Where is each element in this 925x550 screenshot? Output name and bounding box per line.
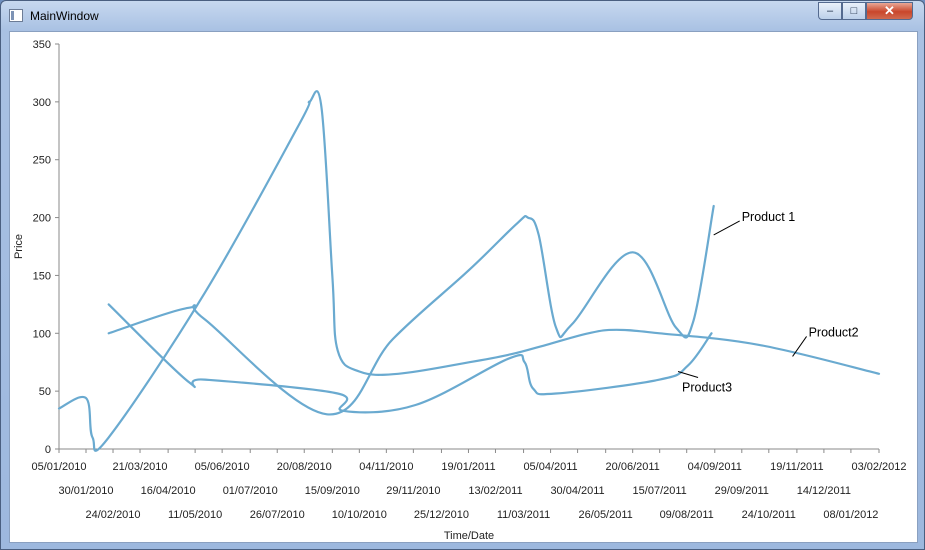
y-tick-label: 300 bbox=[33, 97, 51, 109]
x-tick-label: 21/03/2010 bbox=[112, 461, 167, 473]
window-icon[interactable] bbox=[9, 9, 23, 22]
x-tick-label: 20/06/2011 bbox=[606, 461, 660, 473]
x-tick-label: 05/01/2010 bbox=[31, 461, 86, 473]
x-tick-label: 03/02/2012 bbox=[851, 461, 906, 473]
close-icon: ✕ bbox=[884, 3, 895, 18]
x-tick-label: 29/11/2010 bbox=[386, 485, 440, 497]
x-tick-label: 10/10/2010 bbox=[332, 509, 387, 521]
x-tick-label: 29/09/2011 bbox=[715, 485, 769, 497]
x-tick-label: 01/07/2010 bbox=[223, 485, 278, 497]
x-tick-label: 04/11/2010 bbox=[359, 461, 413, 473]
x-tick-label: 24/02/2010 bbox=[85, 509, 140, 521]
series-line-product1 bbox=[107, 303, 713, 414]
x-tick-label: 15/09/2010 bbox=[305, 485, 360, 497]
y-tick-label: 200 bbox=[33, 213, 51, 225]
series-line-product2 bbox=[107, 204, 715, 416]
x-tick-label: 14/12/2011 bbox=[797, 485, 851, 497]
title-bar[interactable]: MainWindow – □ ✕ bbox=[1, 1, 924, 31]
x-tick-label: 13/02/2011 bbox=[468, 485, 522, 497]
x-tick-label: 11/05/2010 bbox=[168, 509, 222, 521]
callout-leader-product1 bbox=[713, 220, 740, 236]
x-tick-label: 11/03/2011 bbox=[497, 509, 550, 521]
x-tick-label: 09/08/2011 bbox=[660, 509, 714, 521]
x-tick-label: 30/01/2010 bbox=[58, 485, 113, 497]
main-window: MainWindow – □ ✕ 0 50 100 150 200 250 300 350 05… bbox=[0, 0, 925, 550]
x-tick-label: 15/07/2011 bbox=[633, 485, 687, 497]
x-tick-label: 25/12/2010 bbox=[414, 509, 469, 521]
x-tick-label: 04/09/2011 bbox=[688, 461, 742, 473]
callout-label-product2: Product2 bbox=[809, 325, 859, 339]
x-tick-label: 30/04/2011 bbox=[550, 485, 604, 497]
x-tick-label: 16/04/2010 bbox=[141, 485, 196, 497]
line-chart: 0 50 100 150 200 250 300 350 05/01/2010 30/01/201… bbox=[13, 39, 907, 542]
chart-area: 0 50 100 150 200 250 300 350 05/01/2010 30/01/201… bbox=[9, 31, 918, 543]
maximize-button[interactable]: □ bbox=[842, 2, 866, 20]
y-tick-label: 350 bbox=[33, 39, 51, 51]
minimize-icon: – bbox=[826, 5, 834, 17]
y-tick-label: 100 bbox=[33, 328, 51, 340]
x-tick-label: 24/10/2011 bbox=[742, 509, 796, 521]
x-tick-label: 05/06/2010 bbox=[195, 461, 250, 473]
x-axis-title: Time/Date bbox=[444, 530, 494, 542]
y-tick-label: 50 bbox=[39, 386, 51, 398]
y-axis-title: Price bbox=[13, 234, 25, 259]
x-tick-label: 05/04/2011 bbox=[523, 461, 577, 473]
y-tick-label: 250 bbox=[33, 155, 51, 167]
y-tick-label: 150 bbox=[33, 270, 51, 282]
y-tick-label: 0 bbox=[45, 444, 51, 456]
x-tick-label: 20/08/2010 bbox=[277, 461, 332, 473]
minimize-button[interactable]: – bbox=[818, 2, 842, 20]
close-button[interactable]: ✕ bbox=[866, 2, 913, 20]
callout-leader-product3 bbox=[677, 370, 699, 378]
window-title: MainWindow bbox=[30, 9, 99, 23]
x-tick-label: 19/01/2011 bbox=[441, 461, 495, 473]
callout-label-product1: Product 1 bbox=[742, 210, 796, 224]
callout-label-product3: Product3 bbox=[682, 380, 732, 394]
x-tick-label: 08/01/2012 bbox=[823, 509, 878, 521]
maximize-icon: □ bbox=[850, 5, 858, 17]
x-tick-label: 26/05/2011 bbox=[579, 509, 633, 521]
x-tick-label: 26/07/2010 bbox=[250, 509, 305, 521]
x-tick-label: 19/11/2011 bbox=[770, 461, 823, 473]
